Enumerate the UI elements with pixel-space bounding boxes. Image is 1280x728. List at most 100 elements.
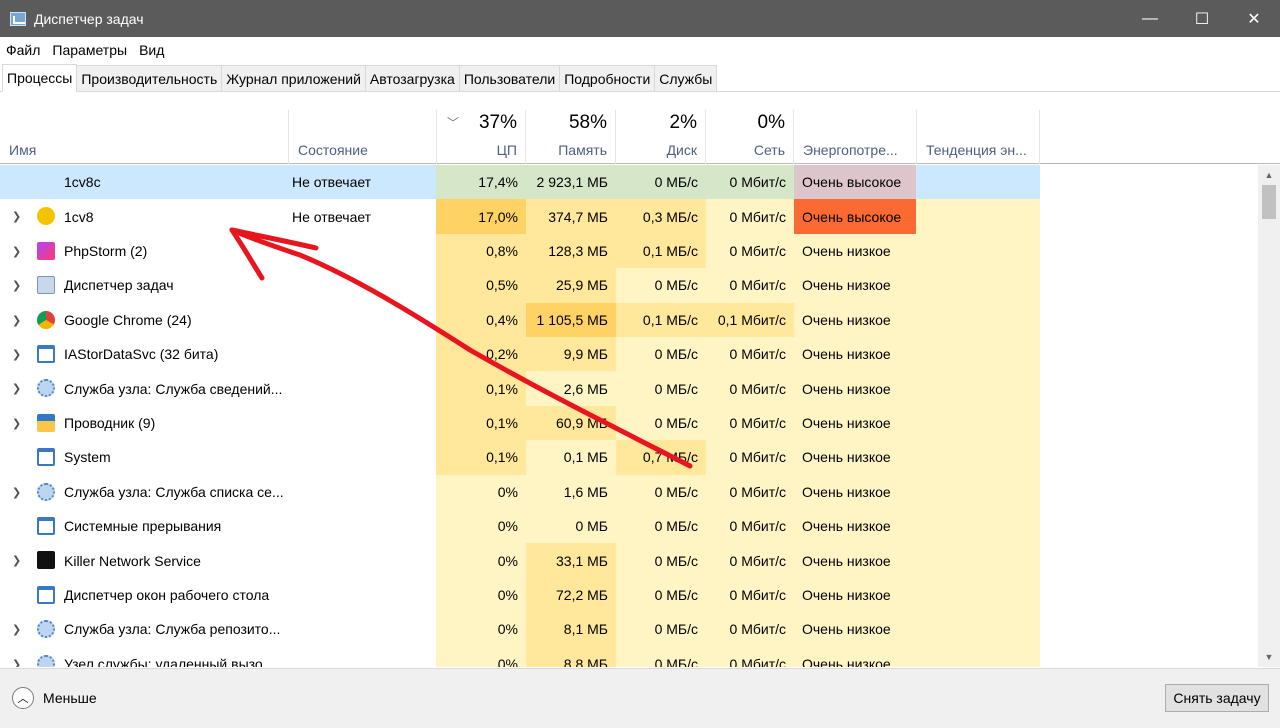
process-name: Служба узла: Служба списка се... [64,483,284,500]
process-power-trend [916,233,1040,269]
process-name: Узел службы: удаленный вызо... [64,655,275,667]
process-disk: 0 МБ/с [616,165,706,200]
col-cpu-label: ЦП [496,142,517,158]
process-network: 0 Мбит/с [706,405,794,441]
tab-startup[interactable]: Автозагрузка [364,65,460,91]
process-disk: 0 МБ/с [616,337,706,372]
col-state[interactable]: Состояние [289,110,437,164]
process-state [288,440,436,474]
tab-services[interactable]: Службы [654,65,718,91]
process-power-usage: Очень низкое [794,233,916,269]
process-disk: 0,1 МБ/с [616,233,706,269]
process-power-trend [916,612,1040,647]
process-name: System [64,449,111,466]
col-power[interactable]: Энергопотре... [794,110,917,164]
tab-processes[interactable]: Процессы [2,64,78,92]
col-network[interactable]: 0% Сеть [706,110,794,164]
tab-users[interactable]: Пользователи [458,65,561,91]
col-disk-percent: 2% [669,112,697,133]
col-name[interactable]: Имя [0,110,289,164]
process-power-trend [916,440,1040,475]
process-row[interactable]: System 0,1% 0,1 МБ 0,7 МБ/с 0 Мбит/с Очень ни… [0,440,1040,475]
process-row[interactable]: ❯ IAStorDataSvc (32 бита) 0,2% 9,9 МБ 0 МБ/с… [0,337,1040,372]
process-name: Системные прерывания [64,518,222,535]
process-state [288,303,436,337]
col-cpu-percent: 37% [478,112,517,133]
task-manager-app-icon [10,11,26,26]
process-disk: 0 МБ/с [616,405,706,441]
process-name: Диспетчер задач [64,277,174,294]
process-memory: 60,9 МБ [526,405,616,441]
process-power-usage: Очень низкое [794,268,916,303]
process-memory: 374,7 МБ [526,199,616,234]
process-memory: 8,8 МБ [526,646,616,667]
process-disk: 0,3 МБ/с [616,199,706,234]
process-row[interactable]: ❯ Узел службы: удаленный вызо... 0% 8,8 МБ 0… [0,646,1040,667]
process-power-usage: Очень низкое [794,405,916,441]
process-cpu: 17,4% [436,165,526,200]
process-power-usage: Очень низкое [794,302,916,337]
process-row[interactable]: ❯ Проводник (9) 0,1% 60,9 МБ 0 МБ/с 0 Мбит/с О… [0,405,1040,441]
process-disk: 0,1 МБ/с [616,302,706,337]
process-disk: 0 МБ/с [616,509,706,544]
menu-file[interactable]: Файл [6,42,40,58]
col-network-label: Сеть [753,142,785,158]
menu-options[interactable]: Параметры [52,42,127,58]
chevron-up-icon: ︿ [12,687,34,709]
process-memory: 8,1 МБ [526,612,616,647]
process-row[interactable]: ❯ Killer Network Service 0% 33,1 МБ 0 МБ/с 0 … [0,543,1040,578]
vertical-scrollbar[interactable]: ▲ ▼ [1258,165,1280,667]
process-row[interactable]: ❯1cv8cНе отвечает17,4%2 923,1 МБ0 МБ/с0 … [0,165,1040,200]
scroll-down-icon[interactable]: ▼ [1258,647,1280,667]
col-power-trend[interactable]: Тенденция эн... [917,110,1040,164]
tab-details[interactable]: Подробности [559,65,656,91]
process-row[interactable]: ❯ 1cv8 Не отвечает 17,0% 374,7 МБ 0,3 МБ/с 0 М… [0,199,1040,234]
menu-view[interactable]: Вид [139,42,164,58]
process-row[interactable]: ❯ Google Chrome (24) 0,4% 1 105,5 МБ 0,1 МБ/… [0,302,1040,337]
minimize-button[interactable]: — [1124,0,1176,37]
process-network: 0 Мбит/с [706,199,794,234]
process-power-trend [916,268,1040,303]
col-cpu[interactable]: ﹀ 37% ЦП [437,110,526,164]
end-task-button[interactable]: Снять задачу [1165,684,1269,712]
menu-bar: Файл Параметры Вид [0,37,1280,63]
process-cpu: 17,0% [436,199,526,234]
process-cpu: 0,4% [436,302,526,337]
process-power-usage: Очень высокое [794,165,916,200]
process-disk: 0 МБ/с [616,577,706,613]
process-row[interactable]: ❯ Служба узла: Служба списка се... 0% 1,6 М… [0,474,1040,509]
process-cpu: 0% [436,646,526,667]
process-power-usage: Очень высокое [794,199,916,234]
col-memory[interactable]: 58% Память [526,110,616,164]
maximize-button[interactable]: ☐ [1176,0,1228,37]
close-button[interactable]: ✕ [1228,0,1280,37]
process-state [288,647,436,667]
process-row[interactable]: Системные прерывания 0% 0 МБ 0 МБ/с 0 Мбит/с… [0,509,1040,544]
process-state [288,268,436,302]
col-disk[interactable]: 2% Диск [616,110,706,164]
process-row[interactable]: ❯ Диспетчер задач 0,5% 25,9 МБ 0 МБ/с 0 Мбит/… [0,268,1040,303]
process-state [288,543,436,577]
process-power-usage: Очень низкое [794,646,916,667]
tab-performance[interactable]: Производительность [76,65,223,91]
scroll-up-icon[interactable]: ▲ [1258,165,1280,185]
scroll-thumb[interactable] [1262,185,1276,219]
process-disk: 0 МБ/с [616,646,706,667]
process-state [288,475,436,509]
process-power-trend [916,405,1040,441]
process-row[interactable]: Диспетчер окон рабочего стола 0% 72,2 МБ 0 … [0,577,1040,613]
process-row[interactable]: ❯ Служба узла: Служба репозито... 0% 8,1 МБ… [0,612,1040,647]
process-disk: 0 МБ/с [616,268,706,303]
process-cpu: 0,5% [436,268,526,303]
process-memory: 9,9 МБ [526,337,616,372]
process-network: 0 Мбит/с [706,233,794,269]
process-row[interactable]: ❯ PhpStorm (2) 0,8% 128,3 МБ 0,1 МБ/с 0 Мбит/… [0,233,1040,269]
process-state: Не отвечает [288,165,436,200]
sort-chevron-icon: ﹀ [447,116,460,130]
fewer-details-button[interactable]: ︿ Меньше [12,687,97,709]
process-row[interactable]: ❯ Служба узла: Служба сведений... 0,1% 2,6 … [0,371,1040,406]
process-memory: 1,6 МБ [526,474,616,509]
process-power-usage: Очень низкое [794,509,916,544]
tab-app-history[interactable]: Журнал приложений [221,65,366,91]
process-network: 0,1 Мбит/с [706,302,794,337]
